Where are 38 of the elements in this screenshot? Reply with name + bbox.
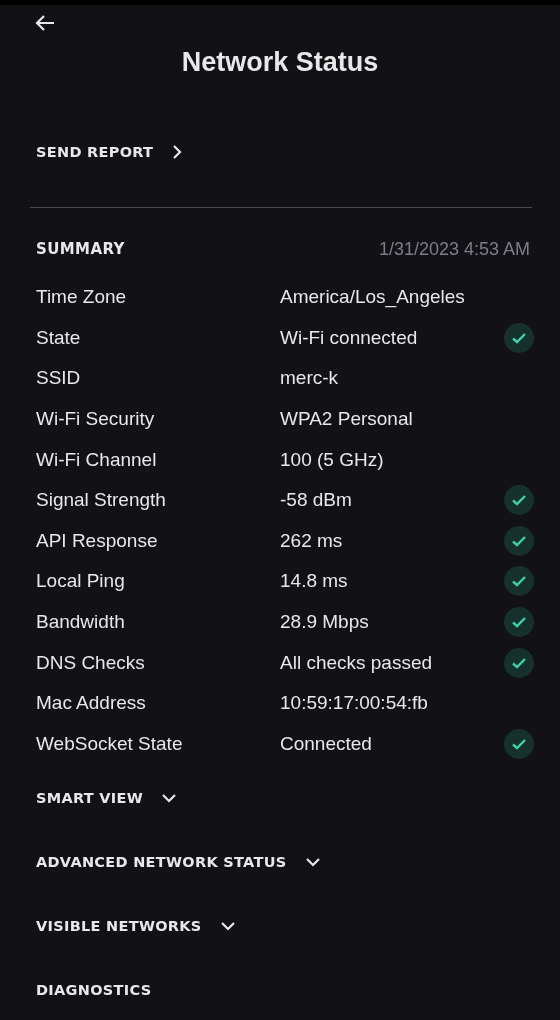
row-value: 14.8 ms xyxy=(280,570,349,593)
row-label: Local Ping xyxy=(36,570,126,593)
row-label: Wi-Fi Security xyxy=(36,408,156,431)
row-label: Wi-Fi Channel xyxy=(36,448,158,471)
section-dropdown[interactable]: SMART VIEW xyxy=(36,786,560,811)
row-label: Bandwidth xyxy=(36,611,126,634)
row-label: Time Zone xyxy=(36,286,128,309)
section-dropdown[interactable]: VISIBLE NETWORKS xyxy=(36,914,560,939)
row-value: America/Los_Angeles xyxy=(280,286,466,309)
back-arrow-icon xyxy=(34,13,56,33)
row-value: 100 (5 GHz) xyxy=(280,448,385,471)
row-value: 262 ms xyxy=(280,529,344,552)
row-value: Wi-Fi connected xyxy=(280,326,419,349)
row-label: Mac Address xyxy=(36,692,147,715)
row-label: SSID xyxy=(36,367,82,390)
row-value: Connected xyxy=(280,732,373,755)
section-dropdown[interactable]: ADVANCED NETWORK STATUS xyxy=(36,850,560,875)
timestamp: 1/31/2023 4:53 AM xyxy=(378,238,530,260)
row-label: WebSocket State xyxy=(36,732,184,755)
chevron-down-icon xyxy=(304,856,321,869)
row-value: WPA2 Personal xyxy=(280,408,414,431)
chevron-down-icon xyxy=(219,920,236,933)
chevron-right-icon xyxy=(171,144,184,160)
section-heading: SUMMARY xyxy=(36,240,125,258)
row-label: DNS Checks xyxy=(36,651,146,674)
page-title: Network Status xyxy=(180,46,380,78)
send-report-link[interactable]: SEND REPORT xyxy=(36,140,184,164)
back-button[interactable] xyxy=(34,13,56,33)
row-value: merc-k xyxy=(280,367,340,390)
row-value: 28.9 Mbps xyxy=(280,611,370,634)
chevron-down-icon xyxy=(161,792,178,805)
row-value: -58 dBm xyxy=(280,489,353,512)
row-label: API Response xyxy=(36,529,159,552)
row-label: State xyxy=(36,326,82,349)
row-label: Signal Strength xyxy=(36,489,167,512)
row-value: 10:59:17:00:54:fb xyxy=(280,692,429,715)
row-value: All checks passed xyxy=(280,651,434,674)
section-link[interactable]: DIAGNOSTICS xyxy=(36,978,560,1003)
